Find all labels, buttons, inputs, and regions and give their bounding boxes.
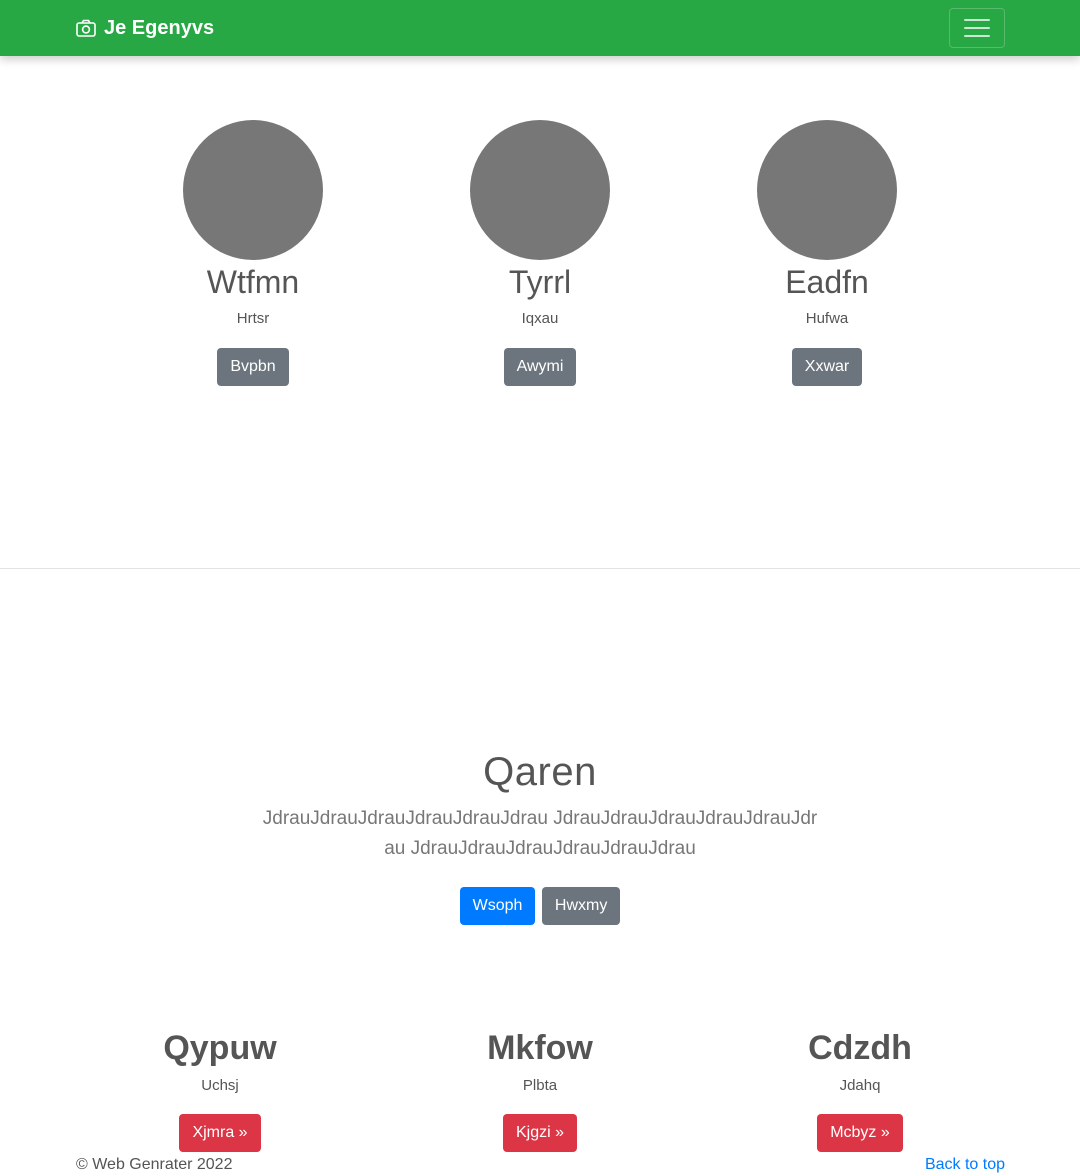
profile-name: Tyrrl (508, 264, 572, 300)
avatar (757, 120, 897, 260)
section-divider (0, 568, 1080, 569)
feature-title: Qypuw (163, 1029, 277, 1067)
back-to-top-link[interactable]: Back to top (925, 1155, 1005, 1175)
hero-buttons: Wsoph Hwxmy (0, 887, 1080, 925)
feature-subtitle: Uchsj (201, 1077, 239, 1094)
feature-button[interactable]: Kjgzi » (502, 1114, 578, 1152)
feature-title: Mkfow (487, 1029, 593, 1067)
hero-secondary-button[interactable]: Hwxmy (541, 887, 621, 925)
feature-subtitle: Plbta (522, 1077, 558, 1094)
profile-card: Eadfn Hufwa Xxwar (727, 120, 927, 386)
feature-column: Qypuw Uchsj Xjmra » (100, 1026, 340, 1152)
profile-subtitle: Iqxau (521, 310, 559, 327)
brand-name: Je Egenyvs (104, 17, 215, 39)
hero-lead: JdrauJdrauJdrauJdrauJdrauJdrau JdrauJdra… (262, 808, 818, 859)
profile-name: Wtfmn (206, 264, 300, 300)
profile-card: Wtfmn Hrtsr Bvpbn (153, 120, 353, 386)
profile-card: Tyrrl Iqxau Awymi (440, 120, 640, 386)
hero-title: Qaren (483, 750, 597, 794)
hamburger-icon (964, 35, 990, 37)
profile-subtitle: Hrtsr (236, 310, 270, 327)
hamburger-icon (964, 27, 990, 29)
profile-button[interactable]: Awymi (503, 348, 577, 386)
profile-name: Eadfn (785, 264, 869, 300)
camera-icon (76, 19, 96, 37)
feature-button[interactable]: Mcbyz » (817, 1114, 903, 1152)
feature-column: Mkfow Plbta Kjgzi » (420, 1026, 660, 1152)
hero-section: Qaren JdrauJdrauJdrauJdrauJdrauJdrau Jdr… (0, 746, 1080, 925)
navbar-toggler-button[interactable] (949, 8, 1005, 48)
avatar (183, 120, 323, 260)
navbar: Je Egenyvs (0, 0, 1080, 56)
hero-primary-button[interactable]: Wsoph (459, 887, 536, 925)
hamburger-icon (964, 19, 990, 21)
feature-button[interactable]: Xjmra » (179, 1114, 261, 1152)
profile-subtitle: Hufwa (805, 310, 849, 327)
profile-button[interactable]: Bvpbn (217, 348, 289, 386)
brand-link[interactable]: Je Egenyvs (76, 16, 214, 40)
footer-copyright: © Web Genrater 2022 (76, 1156, 233, 1173)
feature-title: Cdzdh (808, 1029, 912, 1067)
feature-column: Cdzdh Jdahq Mcbyz » (740, 1026, 980, 1152)
feature-subtitle: Jdahq (839, 1077, 881, 1094)
profile-button[interactable]: Xxwar (791, 348, 863, 386)
avatar (470, 120, 610, 260)
